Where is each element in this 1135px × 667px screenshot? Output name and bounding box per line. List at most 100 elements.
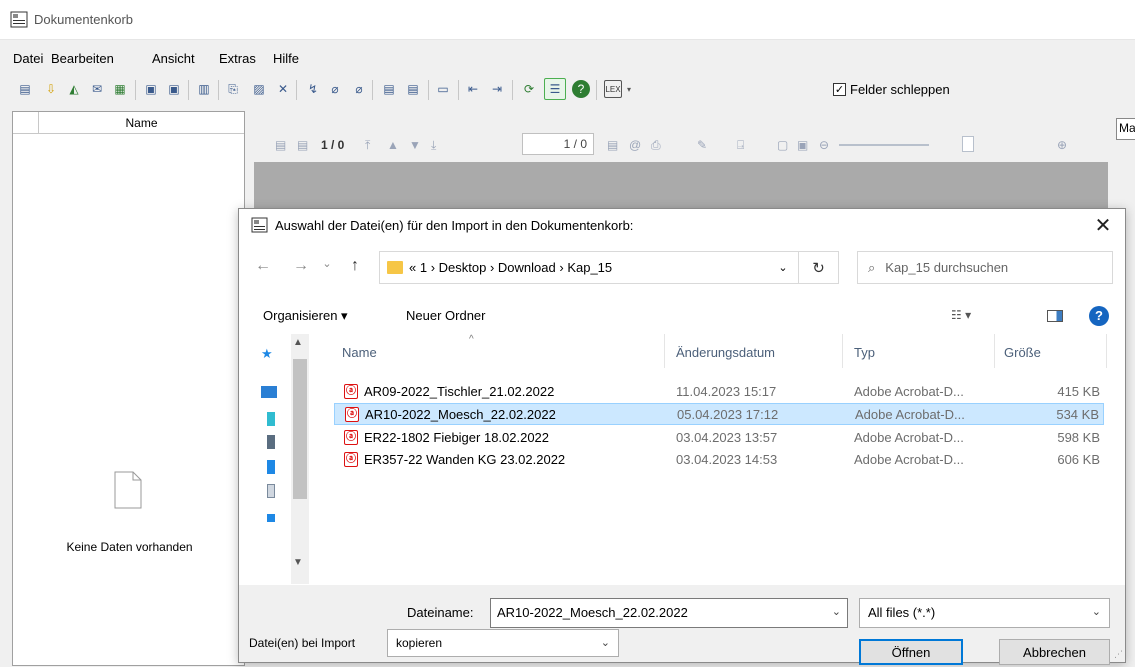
menu-bearbeiten[interactable]: Bearbeiten bbox=[51, 51, 114, 66]
breadcrumb-item[interactable]: 1 bbox=[420, 260, 427, 275]
file-type-filter[interactable]: All files (*.*) ⌄ bbox=[859, 598, 1110, 628]
desktop-icon[interactable] bbox=[261, 386, 277, 398]
nav-scroll-thumb[interactable] bbox=[293, 359, 307, 499]
documents-icon[interactable] bbox=[267, 435, 275, 449]
menu-datei[interactable]: Datei bbox=[13, 51, 43, 66]
export-icon[interactable]: ▤ bbox=[607, 138, 618, 152]
search-input[interactable]: ⌕ Kap_15 durchsuchen bbox=[857, 251, 1113, 284]
up-arrow-icon[interactable]: ↑ bbox=[345, 257, 365, 275]
preview-pane-icon[interactable] bbox=[1047, 310, 1063, 322]
refresh-button[interactable]: ↻ bbox=[799, 251, 839, 284]
delete-icon[interactable]: ✕ bbox=[274, 80, 292, 98]
scan-icon[interactable]: ◭ bbox=[65, 80, 83, 98]
zoom-out-icon[interactable]: ⊖ bbox=[819, 138, 829, 152]
menu-ansicht[interactable]: Ansicht bbox=[152, 51, 195, 66]
email-icon[interactable]: @ bbox=[629, 138, 641, 152]
filename-input[interactable]: AR10-2022_Moesch_22.02.2022 ⌄ bbox=[490, 598, 848, 628]
images-icon[interactable] bbox=[267, 484, 275, 498]
new-folder-button[interactable]: Neuer Ordner bbox=[406, 308, 485, 323]
breadcrumb-item[interactable]: Download bbox=[498, 260, 556, 275]
zoom-slider-thumb[interactable] bbox=[962, 136, 974, 152]
address-bar[interactable]: « 1 › Desktop › Download › Kap_15 ⌄ bbox=[379, 251, 799, 284]
print-icon[interactable]: ⎙ bbox=[651, 138, 661, 153]
scroll-up-icon[interactable]: ▲ bbox=[293, 337, 303, 348]
forward-arrow-icon[interactable]: → bbox=[291, 257, 311, 275]
help-icon[interactable]: ? bbox=[572, 80, 590, 98]
menu-hilfe[interactable]: Hilfe bbox=[273, 51, 299, 66]
remove-attachment-icon[interactable]: ⌀ bbox=[350, 80, 368, 98]
close-icon[interactable]: ✕ bbox=[1091, 213, 1115, 237]
column-size[interactable]: Größe bbox=[1004, 345, 1041, 360]
cursor-icon[interactable]: ⍈ bbox=[737, 138, 744, 153]
page-down-icon[interactable]: ▼ bbox=[409, 138, 421, 152]
address-dropdown-icon[interactable]: ⌄ bbox=[768, 261, 798, 274]
doc-prev-icon[interactable]: ▤ bbox=[380, 80, 398, 98]
doc-next-icon[interactable]: ▤ bbox=[404, 80, 422, 98]
file-row-selected[interactable]: ⓐ AR10-2022_Moesch_22.02.2022 05.04.2023… bbox=[334, 403, 1104, 425]
column-name[interactable]: Name bbox=[342, 345, 377, 360]
page-input[interactable]: 1 / 0 bbox=[522, 133, 594, 155]
music-icon[interactable] bbox=[267, 514, 275, 522]
indent-left-icon[interactable]: ⇤ bbox=[464, 80, 482, 98]
open-button[interactable]: Öffnen bbox=[859, 639, 963, 665]
page-up-icon[interactable]: ▲ bbox=[387, 138, 399, 152]
dropdown-icon[interactable]: ▾ bbox=[625, 80, 633, 98]
last-page-icon[interactable]: ⤓ bbox=[431, 138, 436, 153]
save-icon[interactable]: ▣ bbox=[142, 80, 160, 98]
save-all-icon[interactable]: ▣ bbox=[165, 80, 183, 98]
file-row[interactable]: ⓐ AR09-2022_Tischler_21.02.2022 11.04.20… bbox=[334, 381, 1104, 403]
zoom-in-icon[interactable]: ⊕ bbox=[1057, 138, 1067, 152]
refresh-icon[interactable]: ⟳ bbox=[520, 80, 538, 98]
document-icon[interactable]: ▥ bbox=[195, 80, 213, 98]
quick-access-star-icon[interactable]: ★ bbox=[261, 346, 277, 361]
chevron-down-icon[interactable]: ⌄ bbox=[1092, 605, 1101, 618]
import-arrow-icon[interactable]: ⇩ bbox=[42, 80, 60, 98]
tools-icon[interactable]: ✎ bbox=[697, 138, 707, 152]
fit-page-icon[interactable]: ▣ bbox=[797, 138, 808, 152]
indent-right-icon[interactable]: ⇥ bbox=[488, 80, 506, 98]
basket-icon[interactable]: ▤ bbox=[16, 80, 34, 98]
next-doc-icon[interactable]: ▤ bbox=[297, 138, 308, 152]
downloads-icon[interactable] bbox=[267, 460, 275, 474]
help-icon[interactable]: ? bbox=[1089, 306, 1109, 326]
cancel-button[interactable]: Abbrechen bbox=[999, 639, 1110, 665]
drag-fields-checkbox[interactable]: ✓ bbox=[833, 83, 846, 96]
breadcrumb-overflow[interactable]: « bbox=[409, 260, 416, 275]
recent-dropdown-icon[interactable]: ⌄ bbox=[317, 257, 337, 270]
lex-icon[interactable]: LEX bbox=[604, 80, 622, 98]
back-arrow-icon[interactable]: ← bbox=[253, 257, 273, 275]
basket-dialog-icon bbox=[251, 217, 268, 233]
chevron-down-icon[interactable]: ⌄ bbox=[601, 636, 610, 649]
first-page-icon[interactable]: ⤒ bbox=[365, 138, 370, 153]
column-type[interactable]: Typ bbox=[854, 345, 875, 360]
column-date[interactable]: Änderungsdatum bbox=[676, 345, 775, 360]
field-icon[interactable]: ▭ bbox=[434, 80, 452, 98]
file-row[interactable]: ⓐ ER357-22 Wanden KG 23.02.2022 03.04.20… bbox=[334, 449, 1104, 471]
mail-icon[interactable]: ✉ bbox=[88, 80, 106, 98]
file-row[interactable]: ⓐ ER22-1802 Fiebiger 18.02.2022 03.04.20… bbox=[334, 427, 1104, 449]
chevron-down-icon[interactable]: ⌄ bbox=[832, 605, 841, 618]
resize-grip-icon[interactable]: ⋰ bbox=[1114, 649, 1123, 660]
zoom-slider[interactable] bbox=[839, 144, 929, 146]
excel-icon[interactable]: ▦ bbox=[111, 80, 129, 98]
object-3d-icon[interactable] bbox=[267, 412, 275, 426]
import-mode-value: kopieren bbox=[396, 636, 443, 650]
breadcrumb[interactable]: « 1 › Desktop › Download › Kap_15 bbox=[409, 260, 768, 275]
menu-extras[interactable]: Extras bbox=[219, 51, 256, 66]
import-mode-select[interactable]: kopieren ⌄ bbox=[387, 629, 619, 657]
paste-icon[interactable]: ▨ bbox=[250, 80, 268, 98]
drag-fields-option[interactable]: ✓ Felder schleppen bbox=[833, 82, 950, 97]
breadcrumb-item[interactable]: Desktop bbox=[439, 260, 487, 275]
organize-button[interactable]: Organisieren ▾ bbox=[263, 308, 348, 324]
column-header-name[interactable]: Name bbox=[39, 112, 244, 133]
view-options-icon[interactable]: ☷ ▾ bbox=[951, 308, 971, 322]
attach-icon[interactable]: ↯ bbox=[304, 80, 322, 98]
copy-icon[interactable]: ⎘ bbox=[224, 80, 242, 98]
fit-width-icon[interactable]: ▢ bbox=[777, 138, 788, 152]
scroll-down-icon[interactable]: ▼ bbox=[293, 557, 303, 568]
list-view-icon[interactable]: ☰ bbox=[544, 78, 566, 100]
paperclip-icon[interactable]: ⌀ bbox=[326, 80, 344, 98]
prev-doc-icon[interactable]: ▤ bbox=[275, 138, 286, 152]
breadcrumb-item[interactable]: Kap_15 bbox=[567, 260, 612, 275]
right-field[interactable]: Ma bbox=[1116, 118, 1135, 140]
